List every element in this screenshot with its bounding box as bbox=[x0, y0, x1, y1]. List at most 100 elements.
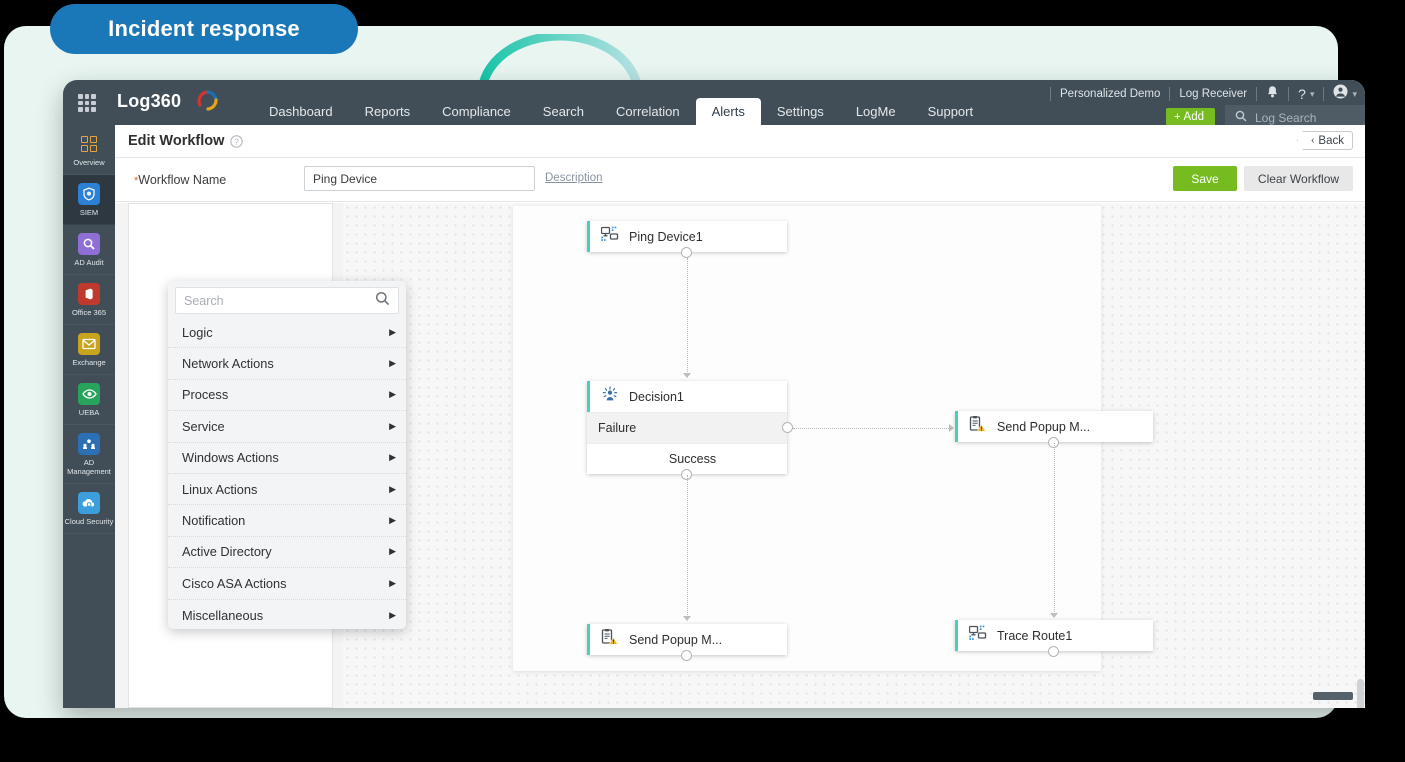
description-link[interactable]: Description bbox=[545, 172, 603, 184]
chevron-right-icon: ▶ bbox=[389, 452, 396, 463]
palette-category-label: Windows Actions bbox=[182, 450, 389, 465]
palette-category-miscellaneous[interactable]: Miscellaneous ▶ bbox=[168, 600, 406, 629]
palette-category-notification[interactable]: Notification ▶ bbox=[168, 505, 406, 536]
nav-tab-dashboard[interactable]: Dashboard bbox=[253, 98, 349, 125]
palette-category-label: Process bbox=[182, 387, 389, 402]
ad-audit-magnifier-icon bbox=[78, 233, 100, 255]
save-button[interactable]: Save bbox=[1173, 166, 1237, 191]
rail-item-overview[interactable]: Overview bbox=[63, 125, 115, 175]
overview-grid-icon bbox=[78, 133, 100, 155]
palette-category-service[interactable]: Service ▶ bbox=[168, 411, 406, 442]
rail-item-cloud-security[interactable]: Cloud Security bbox=[63, 484, 115, 534]
palette-category-windows-actions[interactable]: Windows Actions ▶ bbox=[168, 443, 406, 474]
clear-workflow-button[interactable]: Clear Workflow bbox=[1244, 166, 1353, 191]
back-button[interactable]: ‹ Back bbox=[1297, 131, 1353, 150]
rail-item-office-365[interactable]: Office 365 bbox=[63, 275, 115, 325]
palette-category-network-actions[interactable]: Network Actions ▶ bbox=[168, 348, 406, 379]
popup-message-warning-icon bbox=[969, 416, 987, 437]
nav-tab-alerts[interactable]: Alerts bbox=[696, 98, 761, 125]
horizontal-scrollbar-thumb[interactable] bbox=[1313, 692, 1353, 700]
workflow-canvas[interactable]: Ping Device1 bbox=[343, 203, 1365, 708]
workflow-name-label: *Workflow Name bbox=[134, 173, 226, 187]
nav-tab-correlation[interactable]: Correlation bbox=[600, 98, 696, 125]
log360-logo[interactable]: Log360 bbox=[117, 91, 181, 112]
palette-category-logic[interactable]: Logic ▶ bbox=[168, 317, 406, 348]
rail-item-siem[interactable]: SIEM bbox=[63, 175, 115, 225]
chevron-right-icon: ▶ bbox=[389, 389, 396, 400]
palette-category-label: Active Directory bbox=[182, 544, 389, 559]
decision-branch-label: Success bbox=[669, 452, 716, 466]
connector-arrow-down bbox=[683, 373, 691, 378]
divider bbox=[1050, 87, 1051, 101]
node-send-popup-message-right[interactable]: Send Popup M... bbox=[955, 411, 1153, 442]
node-output-port[interactable] bbox=[1048, 646, 1059, 657]
chevron-right-icon: ▶ bbox=[389, 578, 396, 589]
personalized-demo-link[interactable]: Personalized Demo bbox=[1060, 88, 1160, 100]
rail-item-label: Overview bbox=[63, 158, 115, 167]
palette-category-cisco-asa-actions[interactable]: Cisco ASA Actions ▶ bbox=[168, 568, 406, 599]
chevron-down-icon[interactable]: ▾ bbox=[1352, 89, 1357, 100]
connector-success-to-popup bbox=[687, 475, 688, 617]
help-question-icon[interactable]: ? bbox=[230, 135, 243, 153]
divider bbox=[1256, 87, 1257, 101]
chevron-right-icon: ▶ bbox=[389, 610, 396, 621]
nav-tab-search[interactable]: Search bbox=[527, 98, 600, 125]
nav-tab-compliance[interactable]: Compliance bbox=[426, 98, 527, 125]
palette-category-linux-actions[interactable]: Linux Actions ▶ bbox=[168, 474, 406, 505]
help-menu[interactable]: ? bbox=[1298, 86, 1306, 102]
chevron-right-icon: ▶ bbox=[389, 327, 396, 338]
page-header: Edit Workflow ? ‹ Back bbox=[115, 125, 1365, 158]
cloud-security-icon bbox=[78, 492, 100, 514]
decision-branch-failure[interactable]: Failure bbox=[587, 412, 787, 443]
page-title: Edit Workflow bbox=[128, 133, 224, 149]
nav-tab-support[interactable]: Support bbox=[912, 98, 990, 125]
rail-item-exchange[interactable]: Exchange bbox=[63, 325, 115, 375]
node-output-port[interactable] bbox=[681, 650, 692, 661]
palette-category-label: Linux Actions bbox=[182, 482, 389, 497]
popup-message-warning-icon bbox=[601, 629, 619, 650]
network-device-icon bbox=[601, 226, 619, 247]
search-magnifier-icon[interactable] bbox=[375, 291, 390, 311]
network-device-icon bbox=[969, 625, 987, 646]
rail-item-ad-audit[interactable]: AD Audit bbox=[63, 225, 115, 275]
workflow-name-input[interactable] bbox=[304, 166, 535, 191]
incident-response-badge: Incident response bbox=[50, 4, 358, 54]
scrollbar-thumb[interactable] bbox=[1357, 679, 1364, 708]
connector-failure-to-popup bbox=[793, 428, 953, 429]
decision-failure-output-port[interactable] bbox=[782, 422, 793, 433]
log-search-placeholder: Log Search bbox=[1255, 111, 1316, 125]
notification-bell-icon[interactable] bbox=[1266, 85, 1279, 104]
chevron-right-icon: ▶ bbox=[389, 515, 396, 526]
node-trace-route1[interactable]: Trace Route1 bbox=[955, 620, 1153, 651]
palette-category-label: Notification bbox=[182, 513, 389, 528]
nav-tab-reports[interactable]: Reports bbox=[349, 98, 427, 125]
palette-category-active-directory[interactable]: Active Directory ▶ bbox=[168, 537, 406, 568]
palette-search-box[interactable]: Search bbox=[175, 287, 399, 314]
nav-tab-settings[interactable]: Settings bbox=[761, 98, 840, 125]
palette-category-process[interactable]: Process ▶ bbox=[168, 380, 406, 411]
connector-arrow-down bbox=[1050, 613, 1058, 618]
canvas-vertical-scrollbar[interactable] bbox=[1357, 283, 1364, 708]
log-receiver-link[interactable]: Log Receiver bbox=[1179, 88, 1247, 100]
ueba-eye-icon bbox=[78, 383, 100, 405]
connector-arrow-right bbox=[949, 424, 954, 432]
grid-apps-icon[interactable] bbox=[78, 94, 96, 112]
node-ping-device1[interactable]: Ping Device1 bbox=[587, 221, 787, 252]
chevron-right-icon: ▶ bbox=[389, 358, 396, 369]
node-send-popup-message-bottom[interactable]: Send Popup M... bbox=[587, 624, 787, 655]
node-output-port[interactable] bbox=[681, 247, 692, 258]
app-window: Log360 Dashboard Reports Compliance Sear… bbox=[63, 80, 1365, 708]
back-button-label: Back bbox=[1318, 135, 1344, 147]
rail-item-ad-management[interactable]: AD Management bbox=[63, 425, 115, 484]
office365-icon bbox=[78, 283, 100, 305]
node-title: Ping Device1 bbox=[629, 230, 703, 244]
nav-tab-logme[interactable]: LogMe bbox=[840, 98, 912, 125]
rail-item-ueba[interactable]: UEBA bbox=[63, 375, 115, 425]
rail-item-label: Office 365 bbox=[63, 308, 115, 317]
chevron-down-icon[interactable]: ▾ bbox=[1310, 89, 1315, 100]
product-rail: Overview SIEM AD Audit Office 365 bbox=[63, 125, 115, 708]
incident-response-badge-label: Incident response bbox=[108, 16, 300, 42]
workflow-name-label-text: Workflow Name bbox=[138, 173, 226, 187]
user-account-icon[interactable] bbox=[1333, 84, 1348, 104]
node-decision1[interactable]: Decision1 Failure Success bbox=[587, 381, 787, 474]
